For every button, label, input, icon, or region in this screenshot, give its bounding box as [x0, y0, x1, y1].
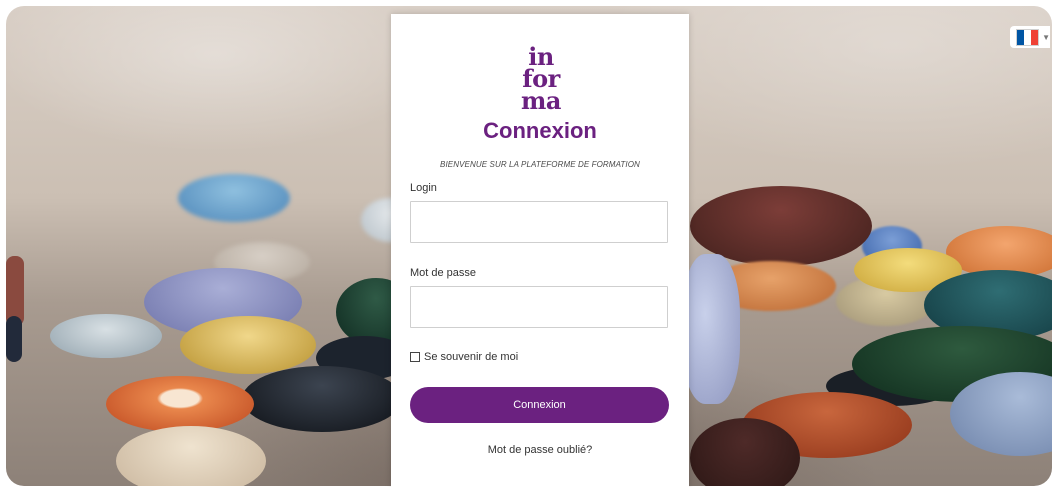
- background-button: [242, 366, 402, 432]
- flag-stripe-white: [1024, 29, 1032, 45]
- password-input[interactable]: [410, 286, 668, 328]
- background-button: [180, 316, 316, 374]
- password-label: Mot de passe: [410, 267, 477, 279]
- informa-logo: in for ma: [495, 45, 587, 118]
- remember-me[interactable]: Se souvenir de moi: [410, 351, 518, 363]
- remember-me-label: Se souvenir de moi: [424, 351, 519, 363]
- login-card: in for ma Connexion BIENVENUE SUR LA PLA…: [391, 14, 689, 487]
- flag-stripe-blue: [1017, 29, 1025, 45]
- background-button: [116, 426, 266, 486]
- language-selector[interactable]: ▼: [1010, 26, 1050, 48]
- forgot-password-link[interactable]: Mot de passe oublié?: [391, 444, 689, 456]
- login-button[interactable]: Connexion: [410, 387, 669, 423]
- login-label: Login: [410, 182, 437, 194]
- chevron-down-icon: ▼: [1042, 32, 1050, 42]
- logo-line-3: ma: [521, 86, 561, 115]
- page-title: Connexion: [483, 118, 597, 143]
- flag-stripe-red: [1031, 29, 1039, 45]
- background-button: [682, 254, 740, 404]
- background-button: [6, 316, 22, 362]
- background-button: [50, 314, 162, 358]
- login-input[interactable]: [410, 201, 668, 243]
- background-button: [178, 174, 290, 222]
- france-flag-icon: [1016, 28, 1040, 46]
- welcome-text: BIENVENUE SUR LA PLATEFORME DE FORMATION: [440, 160, 640, 169]
- remember-me-checkbox[interactable]: [410, 352, 420, 362]
- background-button: [106, 376, 254, 432]
